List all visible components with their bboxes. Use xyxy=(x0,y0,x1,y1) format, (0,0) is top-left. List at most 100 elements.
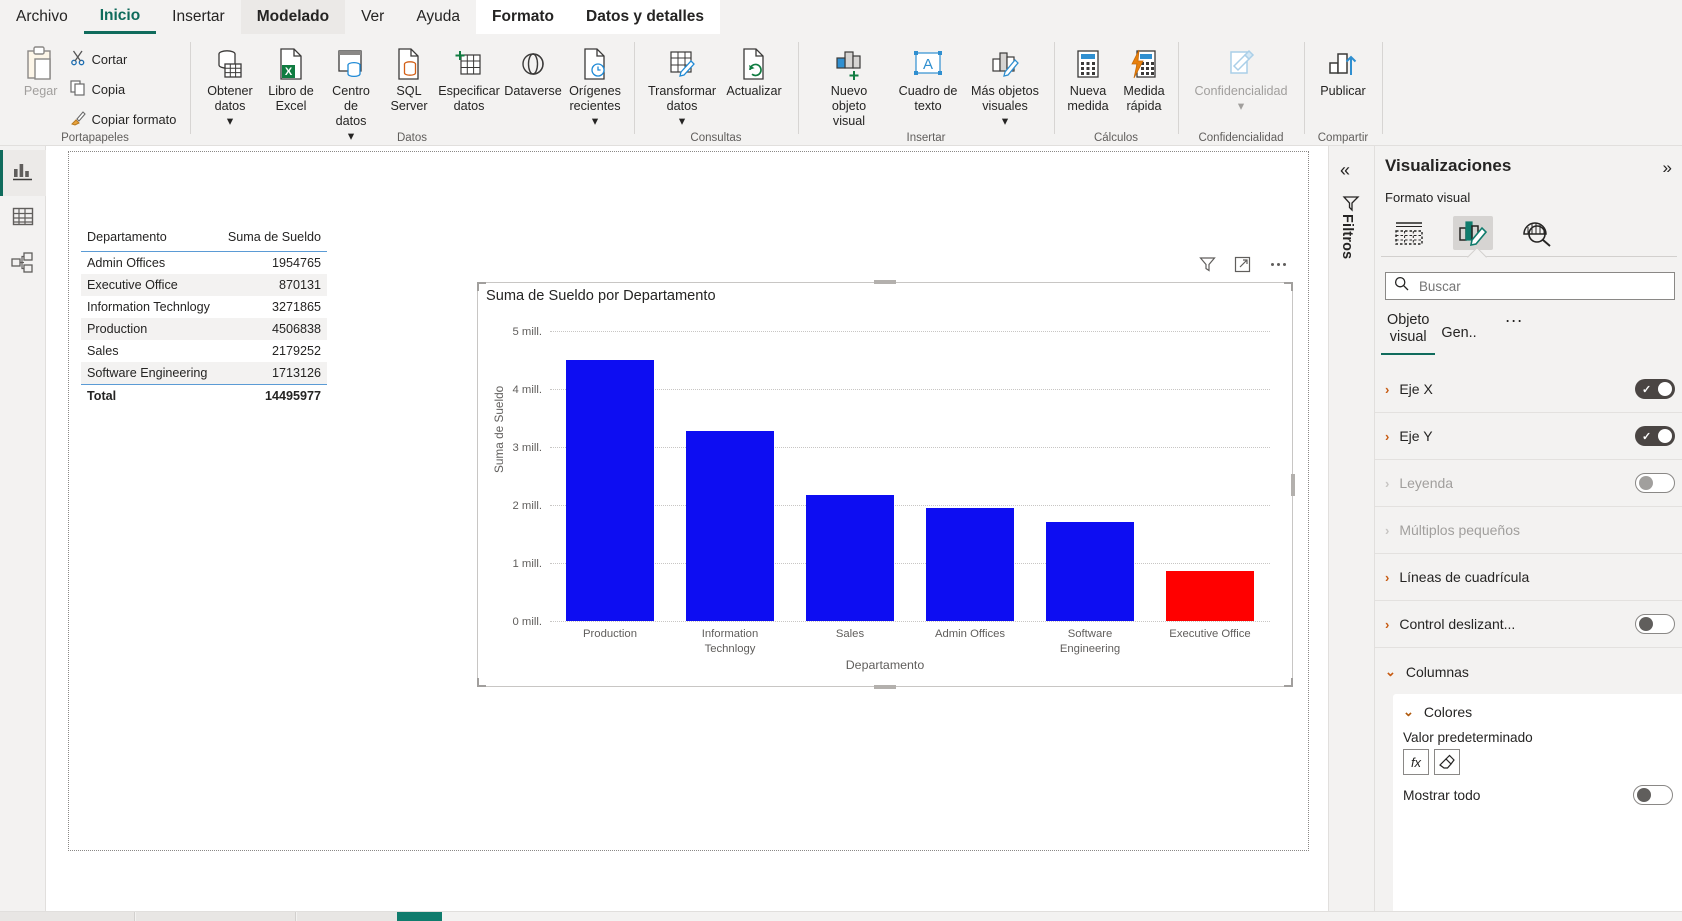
filters-strip[interactable]: « Filtros xyxy=(1328,146,1374,921)
analytics-magnifier-icon[interactable] xyxy=(1517,216,1557,250)
table-row[interactable]: Production 4506838 xyxy=(81,318,327,340)
especificar-datos-button[interactable]: Especificar datos xyxy=(436,40,502,114)
chart-bar[interactable] xyxy=(566,359,654,621)
actualizar-button[interactable]: Actualizar xyxy=(720,40,788,99)
resize-handle-bottom-right[interactable] xyxy=(1284,678,1293,687)
search-icon xyxy=(1394,276,1409,296)
resize-handle-bottom-left[interactable] xyxy=(477,678,486,687)
valor-predeterminado-label: Valor predeterminado xyxy=(1403,730,1533,745)
dataverse-button[interactable]: Dataverse xyxy=(502,40,564,99)
new-measure-icon xyxy=(1074,44,1102,84)
chevron-double-left-icon[interactable]: « xyxy=(1340,160,1350,181)
chevron-double-right-icon[interactable]: » xyxy=(1663,158,1672,178)
ribbon-tab-inicio[interactable]: Inicio xyxy=(83,0,157,34)
origenes-recientes-button[interactable]: Orígenes recientes ▾ xyxy=(564,40,626,129)
table-row[interactable]: Executive Office 870131 xyxy=(81,274,327,296)
status-segment-active[interactable] xyxy=(397,912,442,921)
table-visual[interactable]: Departamento Suma de Sueldo Admin Office… xyxy=(81,227,327,407)
format-paint-visual-icon[interactable] xyxy=(1453,216,1493,250)
property-row-leyenda[interactable]: › Leyenda xyxy=(1375,460,1682,507)
chart-bar[interactable] xyxy=(806,494,894,621)
ribbon-tab-archivo[interactable]: Archivo xyxy=(0,0,84,34)
filter-icon[interactable] xyxy=(1199,256,1216,278)
toggle-mostrar-todo[interactable] xyxy=(1633,785,1673,805)
tabs-more-options-icon[interactable]: ··· xyxy=(1505,310,1523,331)
paste-button[interactable]: Pegar xyxy=(14,40,68,99)
format-painter-button[interactable]: Copiar formato xyxy=(68,106,176,132)
toggle-eje-x[interactable]: ✓ xyxy=(1635,379,1675,399)
report-chart-icon xyxy=(12,160,34,187)
medida-rapida-button[interactable]: Medida rápida xyxy=(1116,40,1172,114)
colores-section-header[interactable]: ⌄ Colores xyxy=(1393,694,1682,724)
obtener-datos-button[interactable]: Obtener datos ▾ xyxy=(198,40,262,129)
ribbon-tab-datos-y-detalles[interactable]: Datos y detalles xyxy=(570,0,721,34)
property-row-columnas[interactable]: ⌄ Columnas xyxy=(1375,648,1682,695)
check-icon: ✓ xyxy=(1642,384,1652,396)
resize-handle-top[interactable] xyxy=(874,280,896,284)
chart-bar[interactable] xyxy=(1046,521,1134,621)
focus-mode-icon[interactable] xyxy=(1234,256,1251,278)
table-row[interactable]: Information Technlogy 3271865 xyxy=(81,296,327,318)
resize-handle-right[interactable] xyxy=(1291,473,1295,496)
chart-bar[interactable] xyxy=(1166,570,1254,621)
format-pane-icon-row xyxy=(1381,212,1677,254)
toggle-leyenda[interactable] xyxy=(1635,473,1675,493)
toggle-knob xyxy=(1639,617,1653,631)
conditional-formatting-fx-button[interactable]: fx xyxy=(1403,749,1429,775)
mostrar-todo-row[interactable]: Mostrar todo xyxy=(1393,775,1682,813)
property-row-multiplos-pequenos[interactable]: › Múltiplos pequeños xyxy=(1375,507,1682,554)
tab-general[interactable]: Gen.. xyxy=(1435,312,1482,342)
report-page[interactable]: Departamento Suma de Sueldo Admin Office… xyxy=(68,151,1309,851)
chevron-right-icon: › xyxy=(1385,522,1390,538)
copy-button[interactable]: Copia xyxy=(68,76,177,102)
table-row[interactable]: Software Engineering 1713126 xyxy=(81,362,327,385)
search-input-wrapper[interactable] xyxy=(1385,272,1675,300)
property-row-eje-x[interactable]: › Eje X ✓ xyxy=(1375,366,1682,413)
mas-objetos-visuales-button[interactable]: Más objetos visuales ▾ xyxy=(965,40,1045,129)
sidebar-item-table-view[interactable] xyxy=(0,196,46,242)
ribbon-tab-ayuda[interactable]: Ayuda xyxy=(400,0,476,34)
sidebar-item-model-view[interactable] xyxy=(0,242,46,288)
toggle-eje-y[interactable]: ✓ xyxy=(1635,426,1675,446)
cuadro-texto-button[interactable]: A Cuadro de texto xyxy=(891,40,965,114)
transformar-datos-button[interactable]: Transformar datos ▾ xyxy=(644,40,720,129)
fields-build-icon[interactable] xyxy=(1389,216,1429,250)
ribbon-tab-modelado[interactable]: Modelado xyxy=(240,0,346,34)
resize-handle-bottom[interactable] xyxy=(874,685,896,689)
search-input[interactable] xyxy=(1417,277,1647,295)
ribbon-tab-ver[interactable]: Ver xyxy=(345,0,400,34)
ribbon-tab-formato[interactable]: Formato xyxy=(476,0,571,34)
property-row-eje-y[interactable]: › Eje Y ✓ xyxy=(1375,413,1682,460)
nueva-medida-button[interactable]: Nueva medida xyxy=(1060,40,1116,114)
cut-button[interactable]: Cortar xyxy=(68,46,177,72)
columnas-card: ⌄ Colores Valor predeterminado fx Mostra… xyxy=(1393,694,1682,921)
sidebar-item-report-view[interactable] xyxy=(0,150,46,196)
property-row-lineas-de-cuadricula[interactable]: › Líneas de cuadrícula xyxy=(1375,554,1682,601)
resize-handle-top-left[interactable] xyxy=(477,282,486,291)
ribbon-tab-insertar[interactable]: Insertar xyxy=(156,0,241,34)
column-header-suma-sueldo[interactable]: Suma de Sueldo xyxy=(217,227,327,252)
sql-server-button[interactable]: SQL Server xyxy=(382,40,436,114)
tab-objeto-visual[interactable]: Objeto visual xyxy=(1381,312,1436,355)
publicar-button[interactable]: Publicar xyxy=(1309,40,1377,99)
bar-chart-visual[interactable]: Suma de Sueldo por Departamento Suma de … xyxy=(477,256,1295,689)
centro-datos-button[interactable]: Centro de datos ▾ xyxy=(320,40,382,143)
resize-handle-top-right[interactable] xyxy=(1284,282,1293,291)
chart-bar[interactable] xyxy=(926,507,1014,621)
nuevo-objeto-visual-button[interactable]: Nuevo objeto visual xyxy=(807,40,891,129)
cell-departamento: Admin Offices xyxy=(87,256,166,270)
scissors-icon xyxy=(70,50,86,69)
chart-bar[interactable] xyxy=(686,431,774,621)
column-header-departamento[interactable]: Departamento xyxy=(81,227,218,252)
confidencialidad-button[interactable]: Confidencialidad ▾ xyxy=(1182,40,1300,114)
table-row[interactable]: Admin Offices 1954765 xyxy=(81,252,327,275)
eraser-icon[interactable] xyxy=(1434,749,1460,775)
table-row[interactable]: Sales 2179252 xyxy=(81,340,327,362)
report-canvas-area[interactable]: Departamento Suma de Sueldo Admin Office… xyxy=(46,146,1328,921)
more-options-icon[interactable] xyxy=(1269,256,1288,278)
cell-departamento: Executive Office xyxy=(81,274,218,296)
property-row-control-deslizante[interactable]: › Control deslizant... xyxy=(1375,601,1682,648)
libro-excel-button[interactable]: X Libro de Excel xyxy=(262,40,320,114)
ribbon-separator xyxy=(1054,42,1055,134)
toggle-control-deslizante[interactable] xyxy=(1635,614,1675,634)
